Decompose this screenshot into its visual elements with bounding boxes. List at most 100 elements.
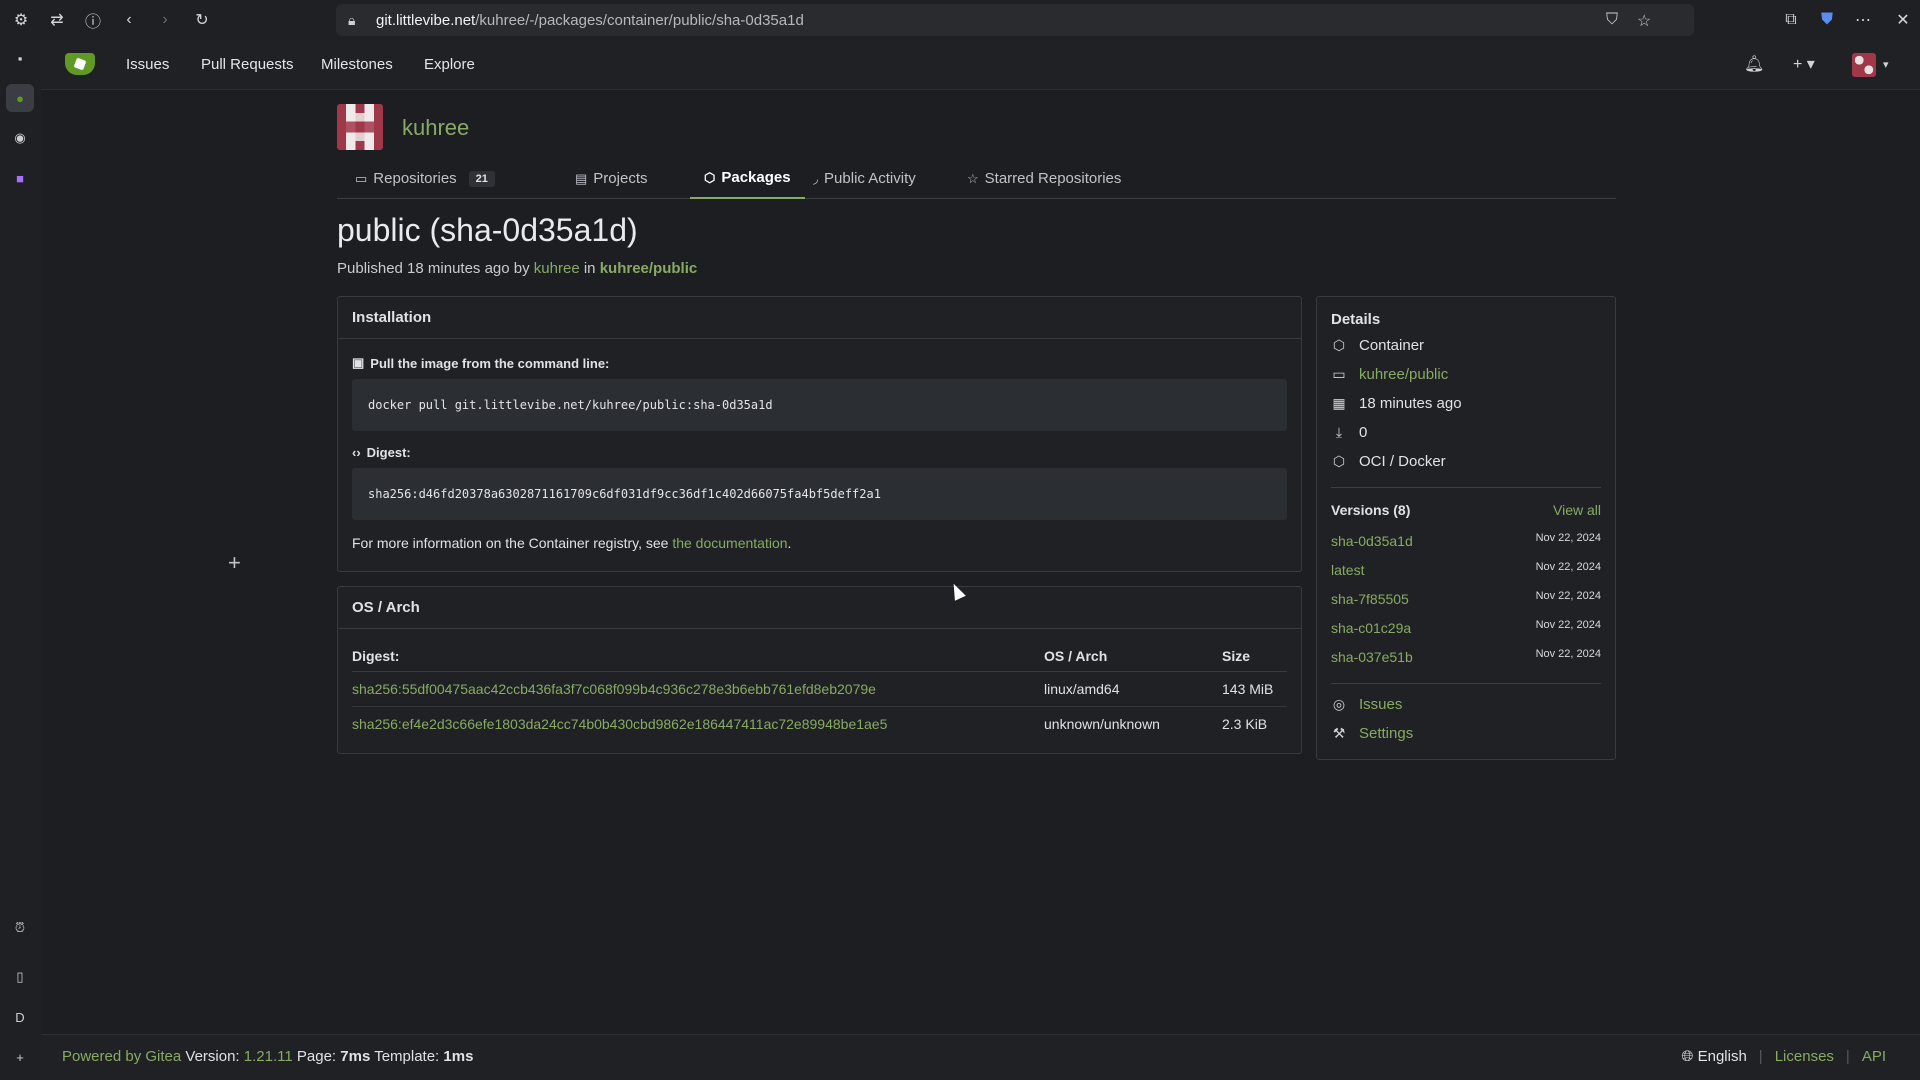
sidebar-gitea-icon[interactable]: ●	[6, 84, 34, 112]
settings-link[interactable]: Settings	[1359, 725, 1413, 742]
version-date: Nov 22, 2024	[1535, 648, 1601, 660]
nav-pull-requests[interactable]: Pull Requests	[201, 56, 294, 73]
profile-name[interactable]: kuhree	[402, 115, 469, 141]
star-icon: ☆	[967, 170, 979, 186]
gitea-logo-icon[interactable]	[65, 53, 95, 75]
version-item: sha-037e51b Nov 22, 2024	[1331, 648, 1601, 669]
detail-format: ⬡ OCI / Docker	[1331, 453, 1446, 470]
issues-link[interactable]: Issues	[1359, 696, 1402, 713]
package-icon: ⬡	[1332, 453, 1346, 469]
package-icon: ⬡	[1332, 337, 1346, 353]
back-icon[interactable]: ‹	[118, 9, 140, 31]
forward-icon[interactable]: ›	[154, 9, 176, 31]
profile-avatar[interactable]	[337, 104, 383, 150]
digest-link[interactable]: sha256:55df00475aac42ccb436fa3f7c068f099…	[352, 681, 876, 697]
sidebar-d-icon[interactable]: D	[6, 1003, 34, 1031]
shield-icon[interactable]: ⛉	[1606, 11, 1618, 29]
template-label: Template:	[370, 1048, 444, 1065]
size-cell: 143 MiB	[1222, 671, 1287, 707]
repo-link[interactable]: kuhree/public	[600, 260, 698, 277]
tools-icon: ⚒	[1332, 725, 1346, 741]
details-heading: Details	[1331, 311, 1381, 328]
pull-command[interactable]: docker pull git.littlevibe.net/kuhree/pu…	[352, 379, 1287, 431]
divider	[1331, 487, 1601, 488]
version-link[interactable]: sha-037e51b	[1331, 649, 1413, 665]
digest-label-row: ‹› Digest:	[352, 445, 411, 460]
details-panel: Details ⬡ Container ▭ kuhree/public ▦ 18…	[1316, 296, 1616, 760]
user-avatar[interactable]	[1852, 53, 1876, 77]
nav-milestones[interactable]: Milestones	[321, 56, 393, 73]
nav-explore[interactable]: Explore	[424, 56, 475, 73]
tab-projects[interactable]: ▤ Projects	[575, 158, 647, 199]
separator: |	[1845, 1048, 1850, 1065]
settings-icon[interactable]: ⚙	[10, 9, 32, 31]
swap-icon[interactable]: ⇄	[46, 9, 68, 31]
col-size: Size	[1222, 641, 1287, 672]
detail-repo-link[interactable]: kuhree/public	[1359, 366, 1448, 383]
create-plus-icon[interactable]: + ▾	[1793, 54, 1815, 74]
detail-type: ⬡ Container	[1331, 337, 1424, 354]
nav-issues[interactable]: Issues	[126, 56, 169, 73]
version-link[interactable]: sha-0d35a1d	[1331, 533, 1413, 549]
detail-repo: ▭ kuhree/public	[1331, 366, 1448, 383]
language-selector[interactable]: 🌐︎ English	[1681, 1048, 1746, 1065]
more-info-prefix: For more information on the Container re…	[352, 535, 673, 551]
reload-icon[interactable]: ↻	[191, 9, 213, 31]
size-cell: 2.3 KiB	[1222, 715, 1268, 732]
repo-count-badge: 21	[468, 170, 495, 187]
digest-link[interactable]: sha256:ef4e2d3c66efe1803da24cc74b0b430cb…	[352, 716, 887, 732]
version-date: Nov 22, 2024	[1535, 532, 1601, 544]
sidebar-panel-icon[interactable]: ▯	[6, 963, 34, 991]
view-all-link[interactable]: View all	[1553, 502, 1601, 518]
sidebar-tab-icon[interactable]: ▪	[6, 44, 34, 72]
sidebar-twitch-icon[interactable]: ■	[6, 164, 34, 192]
sidebar-github-icon[interactable]: ◉	[6, 124, 34, 152]
version-link[interactable]: 1.21.11	[244, 1048, 293, 1065]
tab-starred-repositories[interactable]: ☆ Starred Repositories	[967, 158, 1121, 199]
tab-label: Packages	[721, 169, 791, 186]
osarch-panel: OS / Arch Digest: OS / Arch Size sha256:…	[337, 586, 1302, 754]
close-icon[interactable]: ✕	[1892, 9, 1914, 31]
repo-icon: ▭	[1332, 366, 1346, 382]
extensions-icon[interactable]: ⧉	[1780, 9, 1802, 31]
digest-value[interactable]: sha256:d46fd20378a6302871161709c6df031df…	[352, 468, 1287, 520]
gitea-page: Issues Pull Requests Milestones Explore …	[41, 40, 1920, 1080]
tab-label: Repositories	[373, 170, 457, 187]
address-bar[interactable]: 🔒︎ git.littlevibe.net/kuhree/-/packages/…	[336, 4, 1694, 36]
url-path: /kuhree/-/packages/container/public/sha-…	[475, 11, 804, 29]
version-link[interactable]: sha-7f85505	[1331, 591, 1409, 607]
version-link[interactable]: latest	[1331, 562, 1364, 578]
sidebar-add-icon[interactable]: +	[6, 1043, 34, 1071]
repo-icon: ▭	[355, 170, 368, 186]
info-icon[interactable]: ⓘ	[82, 9, 104, 31]
footer-info: Powered by Gitea Version: 1.21.11 Page: …	[62, 1048, 473, 1065]
browser-sidebar: ▪ ● ◉ ■ ⏰︎ ▯ D +	[0, 40, 41, 1080]
profile-tabs: ▭ Repositories 21 ▤ Projects ⬡ Packages …	[337, 158, 1616, 199]
footer-links: 🌐︎ English | Licenses | API	[1681, 1048, 1886, 1065]
more-info-suffix: .	[787, 535, 792, 551]
rss-icon: ◞	[813, 170, 819, 186]
menu-dots-icon[interactable]: ⋯	[1852, 9, 1874, 31]
notification-bell-icon[interactable]: 🔔︎	[1744, 54, 1764, 74]
crosshair-icon: +	[228, 550, 241, 575]
chevron-down-icon[interactable]: ▾	[1883, 58, 1889, 71]
publish-prefix: Published 18 minutes ago by	[337, 260, 534, 277]
divider	[1331, 683, 1601, 684]
tab-public-activity[interactable]: ◞ Public Activity	[813, 158, 916, 199]
version-item: sha-c01c29a Nov 22, 2024	[1331, 619, 1601, 640]
tab-repositories[interactable]: ▭ Repositories 21	[355, 158, 495, 199]
documentation-link[interactable]: the documentation	[672, 535, 787, 551]
tab-packages[interactable]: ⬡ Packages	[690, 158, 805, 199]
extension-shield-icon[interactable]: ⛊	[1816, 9, 1838, 31]
author-link[interactable]: kuhree	[534, 260, 580, 277]
language-label: English	[1697, 1048, 1747, 1065]
bookmark-star-icon[interactable]: ☆	[1637, 11, 1651, 31]
detail-time-value: 18 minutes ago	[1359, 395, 1462, 412]
licenses-link[interactable]: Licenses	[1775, 1048, 1834, 1065]
table-row: sha256:55df00475aac42ccb436fa3f7c068f099…	[352, 671, 1287, 707]
api-link[interactable]: API	[1862, 1048, 1886, 1065]
detail-format-value: OCI / Docker	[1359, 453, 1446, 470]
version-link[interactable]: sha-c01c29a	[1331, 620, 1411, 636]
sidebar-alarm-icon[interactable]: ⏰︎	[6, 914, 34, 942]
powered-by-link[interactable]: Powered by Gitea	[62, 1048, 181, 1065]
